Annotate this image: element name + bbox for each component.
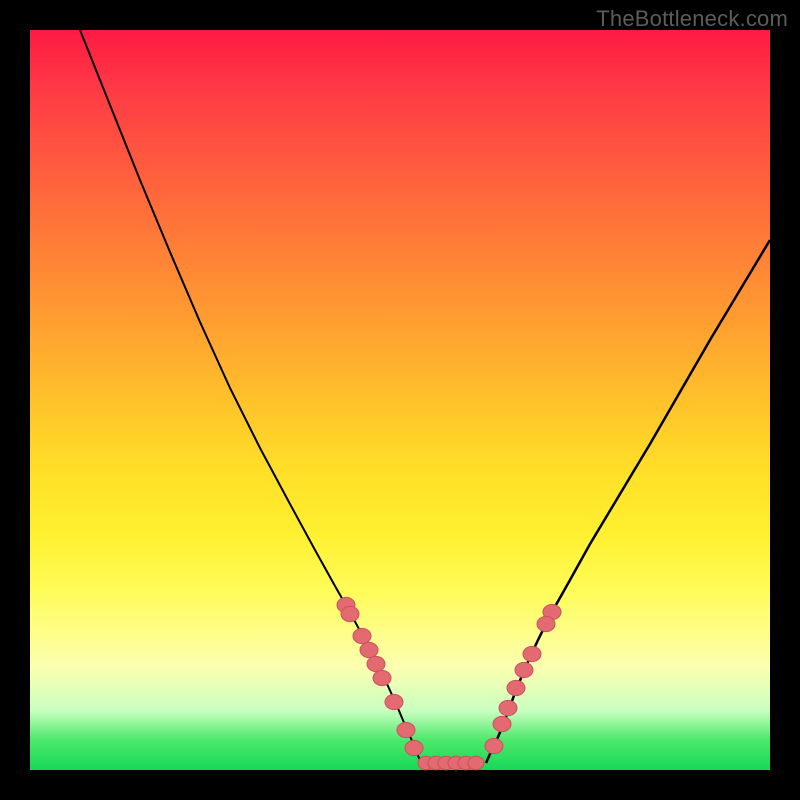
data-dot	[523, 646, 541, 661]
watermark-text: TheBottleneck.com	[596, 6, 788, 32]
data-dot	[507, 680, 525, 695]
data-dot	[493, 716, 511, 731]
data-dot	[537, 616, 555, 631]
data-dot	[353, 628, 371, 643]
chart-overlay	[30, 30, 770, 770]
data-dot	[499, 700, 517, 715]
data-dot	[385, 694, 403, 709]
data-dot	[367, 656, 385, 671]
curve-right-arm	[486, 240, 770, 763]
data-dot	[397, 722, 415, 737]
data-dots	[337, 597, 561, 769]
data-dot	[360, 642, 378, 657]
data-dot	[373, 670, 391, 685]
data-dot	[468, 756, 484, 770]
data-dot	[485, 738, 503, 753]
data-dot	[515, 662, 533, 677]
data-dot	[405, 740, 423, 755]
chart-frame: TheBottleneck.com	[0, 0, 800, 800]
data-dot	[341, 606, 359, 621]
